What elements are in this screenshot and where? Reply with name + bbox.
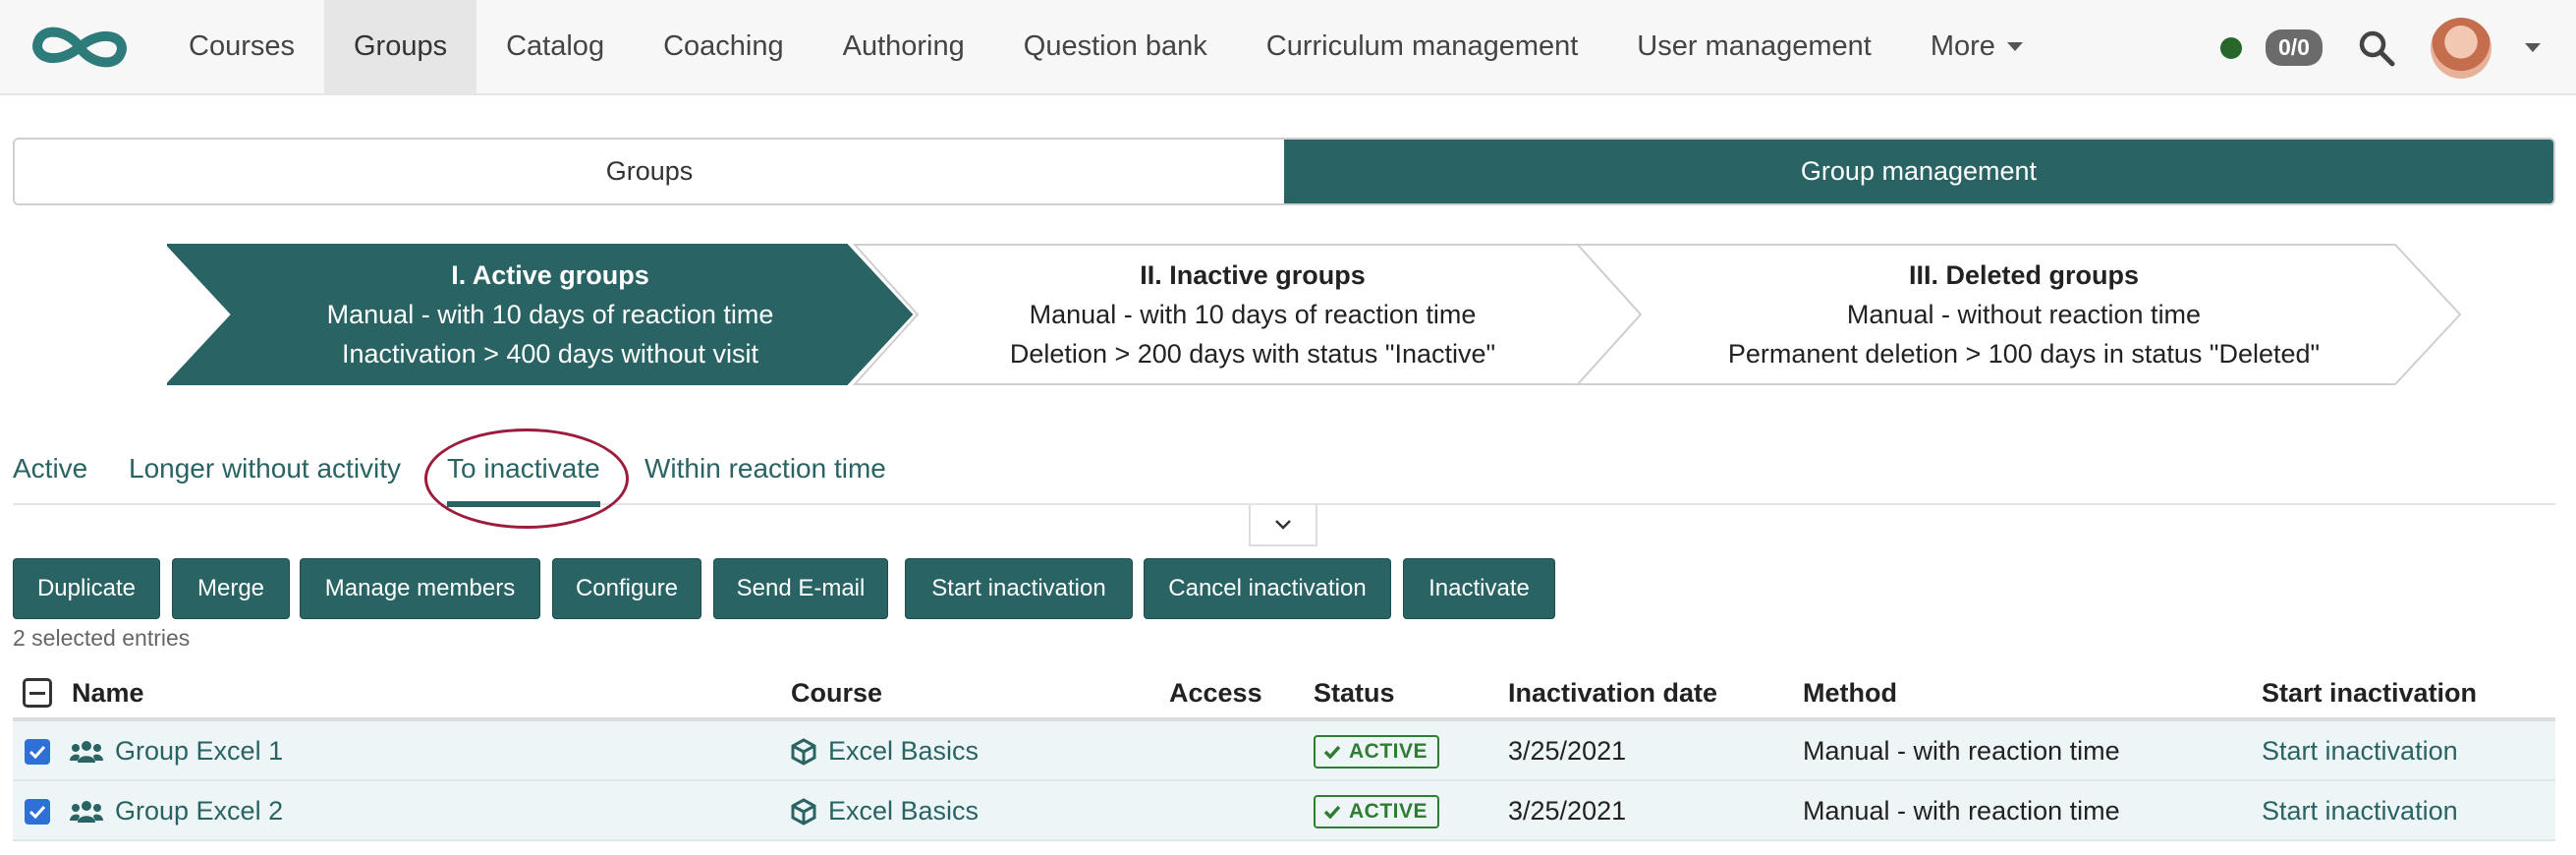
course-cube-icon	[791, 737, 816, 766]
nav-groups[interactable]: Groups	[324, 0, 477, 94]
nav-right-tools: 0/0	[2220, 0, 2541, 95]
nav-courses[interactable]: Courses	[159, 0, 324, 94]
inactivation-date: 3/25/2021	[1508, 736, 1627, 766]
checkmark-icon	[25, 738, 50, 765]
step-inactive-groups[interactable]: II. Inactive groups Manual - with 10 day…	[894, 243, 1611, 386]
column-header-access[interactable]: Access	[1169, 664, 1262, 721]
group-name-link[interactable]: Group Excel 1	[70, 721, 283, 781]
search-icon	[2359, 30, 2395, 66]
merge-button[interactable]: Merge	[172, 558, 290, 619]
row-checkbox[interactable]	[25, 721, 50, 781]
nav-authoring[interactable]: Authoring	[813, 0, 994, 94]
select-all-checkbox[interactable]	[23, 664, 52, 721]
users-group-icon	[70, 799, 103, 825]
table-row: Group Excel 1 Excel Basics ACTIVE 3/25/2…	[13, 721, 2555, 781]
tab-within-reaction-time[interactable]: Within reaction time	[644, 432, 886, 505]
nav-question-bank[interactable]: Question bank	[994, 0, 1237, 94]
manage-members-button[interactable]: Manage members	[300, 558, 540, 619]
top-navbar: Courses Groups Catalog Coaching Authorin…	[0, 0, 2576, 95]
search-button[interactable]	[2358, 29, 2395, 67]
app-logo[interactable]	[0, 0, 159, 94]
selected-entries-count: 2 selected entries	[13, 625, 191, 651]
checkmark-icon	[25, 798, 50, 825]
tab-longer-without-activity[interactable]: Longer without activity	[129, 432, 401, 505]
nav-more-dropdown[interactable]: More	[1901, 0, 2052, 94]
column-header-status[interactable]: Status	[1314, 664, 1395, 721]
indeterminate-checkbox-icon	[23, 678, 52, 708]
groups-table: Name Course Access Status Inactivation d…	[13, 664, 2555, 841]
method-value: Manual - with reaction time	[1803, 736, 2120, 766]
chevron-down-icon	[1275, 520, 1291, 530]
configure-button[interactable]: Configure	[552, 558, 701, 619]
duplicate-button[interactable]: Duplicate	[13, 558, 160, 619]
notification-counter-badge[interactable]: 0/0	[2266, 29, 2323, 66]
collapse-toggle-button[interactable]	[1249, 505, 1317, 546]
status-badge: ACTIVE	[1314, 721, 1440, 781]
user-avatar[interactable]	[2430, 17, 2492, 79]
tab-to-inactivate[interactable]: To inactivate	[447, 432, 600, 507]
lifecycle-steps: I. Active groups Manual - with 10 days o…	[167, 243, 2466, 386]
row-checkbox[interactable]	[25, 781, 50, 841]
start-inactivation-link[interactable]: Start inactivation	[2262, 781, 2458, 841]
column-header-start-inactivation[interactable]: Start inactivation	[2262, 664, 2477, 721]
start-inactivation-link[interactable]: Start inactivation	[2262, 721, 2458, 781]
table-header: Name Course Access Status Inactivation d…	[13, 664, 2555, 721]
nav-catalog[interactable]: Catalog	[476, 0, 634, 94]
user-menu-chevron-down-icon[interactable]	[2524, 43, 2541, 52]
course-link[interactable]: Excel Basics	[791, 721, 979, 781]
column-header-course[interactable]: Course	[791, 664, 882, 721]
segment-groups[interactable]: Groups	[15, 140, 1284, 203]
view-switch: Groups Group management	[13, 138, 2555, 205]
cancel-inactivation-button[interactable]: Cancel inactivation	[1144, 558, 1391, 619]
step-active-groups[interactable]: I. Active groups Manual - with 10 days o…	[206, 243, 894, 386]
group-name-link[interactable]: Group Excel 2	[70, 781, 283, 841]
nav-curriculum-management[interactable]: Curriculum management	[1237, 0, 1608, 94]
nav-user-management[interactable]: User management	[1607, 0, 1901, 94]
check-icon	[1323, 745, 1341, 759]
step-deleted-groups[interactable]: III. Deleted groups Manual - without rea…	[1621, 243, 2427, 386]
segment-group-management[interactable]: Group management	[1284, 140, 2553, 203]
users-group-icon	[70, 739, 103, 765]
column-header-name[interactable]: Name	[72, 664, 144, 721]
check-icon	[1323, 805, 1341, 819]
course-link[interactable]: Excel Basics	[791, 781, 979, 841]
column-header-method[interactable]: Method	[1803, 664, 1897, 721]
tab-active[interactable]: Active	[13, 432, 87, 505]
method-value: Manual - with reaction time	[1803, 796, 2120, 826]
filter-tabs: Active Longer without activity To inacti…	[13, 432, 2555, 507]
send-email-button[interactable]: Send E-mail	[713, 558, 888, 619]
table-row: Group Excel 2 Excel Basics ACTIVE 3/25/2…	[13, 781, 2555, 841]
status-badge: ACTIVE	[1314, 781, 1440, 841]
column-header-inactivation-date[interactable]: Inactivation date	[1508, 664, 1717, 721]
inactivation-date: 3/25/2021	[1508, 796, 1627, 826]
online-status-icon[interactable]	[2220, 36, 2242, 59]
chevron-down-icon	[2006, 42, 2023, 51]
infinity-logo-icon	[32, 27, 127, 67]
course-cube-icon	[791, 797, 816, 826]
start-inactivation-button[interactable]: Start inactivation	[905, 558, 1133, 619]
inactivate-button[interactable]: Inactivate	[1403, 558, 1555, 619]
main-nav: Courses Groups Catalog Coaching Authorin…	[159, 0, 2052, 94]
nav-coaching[interactable]: Coaching	[634, 0, 813, 94]
